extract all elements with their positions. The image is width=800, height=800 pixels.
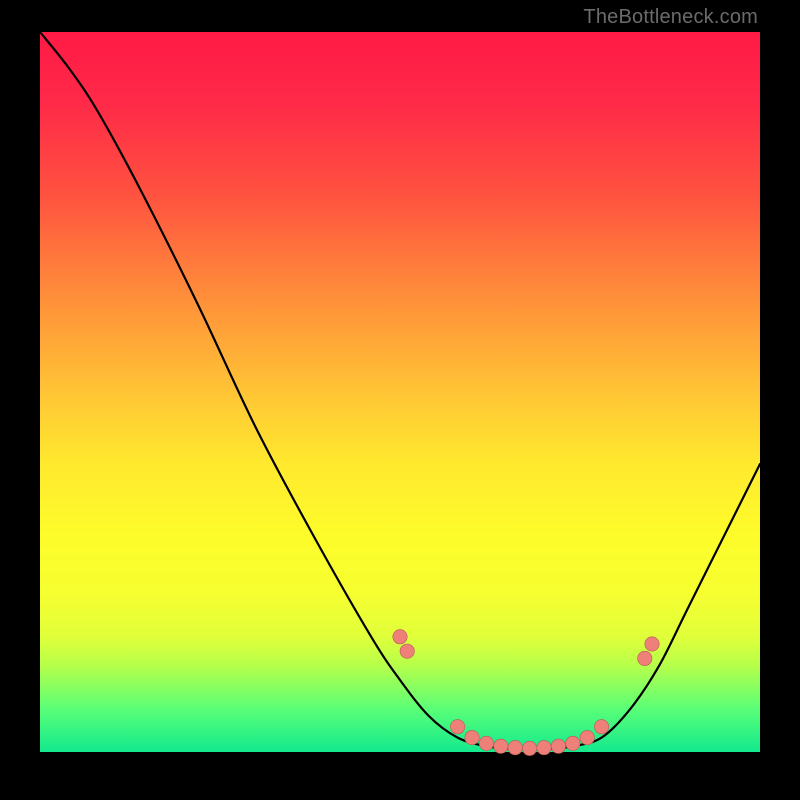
plot-area <box>40 32 760 752</box>
data-point <box>400 644 414 658</box>
data-point <box>537 740 551 754</box>
curve-svg <box>40 32 760 752</box>
data-point <box>551 739 565 753</box>
data-point <box>522 741 536 755</box>
data-point <box>494 739 508 753</box>
data-point <box>645 637 659 651</box>
data-point <box>450 720 464 734</box>
data-point <box>580 730 594 744</box>
data-point <box>594 720 608 734</box>
chart-frame: TheBottleneck.com <box>0 0 800 800</box>
data-point <box>638 651 652 665</box>
data-point <box>566 736 580 750</box>
data-point <box>479 736 493 750</box>
watermark-text: TheBottleneck.com <box>583 6 758 29</box>
data-point <box>508 740 522 754</box>
data-point <box>393 630 407 644</box>
data-points <box>393 630 659 756</box>
data-point <box>465 730 479 744</box>
